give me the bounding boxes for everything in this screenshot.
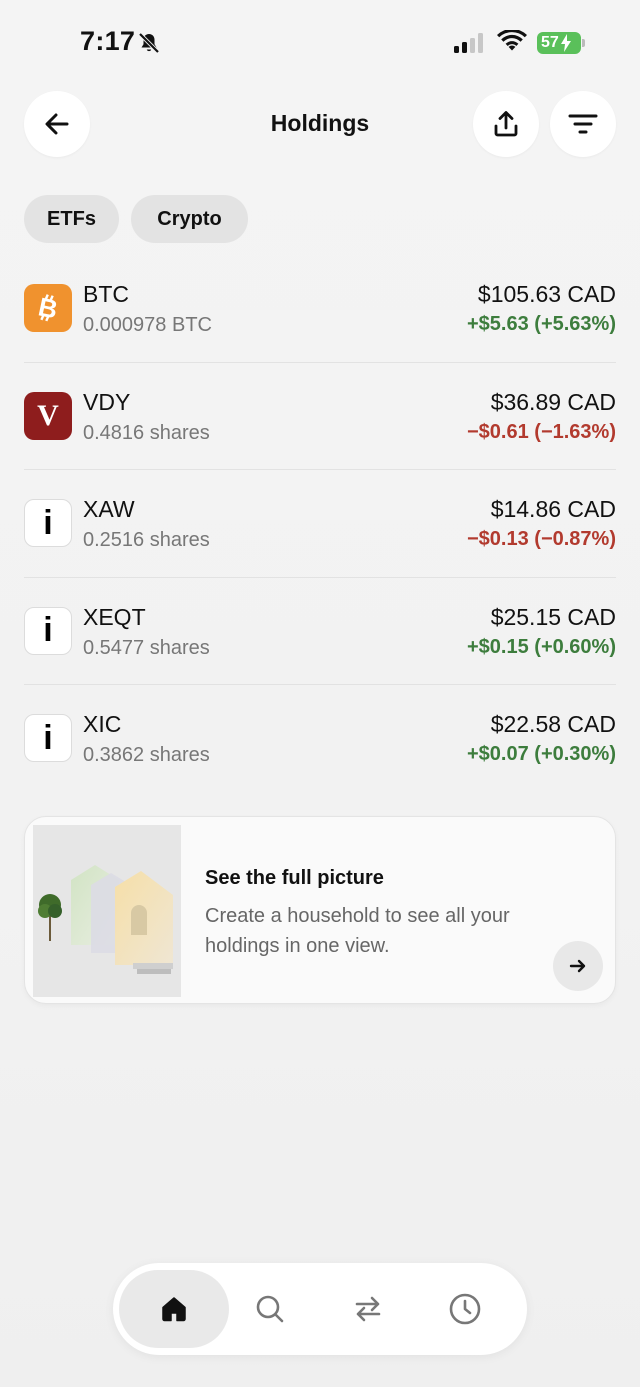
status-bar: 7:17 57 [0,0,640,88]
nav-search[interactable] [215,1270,325,1348]
promo-title: See the full picture [205,867,384,889]
holdings-list: B BTC 0.000978 BTC $105.63 CAD +$5.63 (+… [24,255,616,793]
holding-symbol: XAW [83,496,135,522]
holding-quantity: 0.2516 shares [83,529,210,551]
nav-transfer[interactable] [313,1270,423,1348]
holding-change: +$0.15 (+0.60%) [467,635,616,658]
holding-quantity: 0.3862 shares [83,744,210,766]
holding-row-vdy[interactable]: V VDY 0.4816 shares $36.89 CAD −$0.61 (−… [24,363,616,470]
nav-home[interactable] [119,1270,229,1348]
battery-tip [582,39,585,47]
holding-change: −$0.61 (−1.63%) [467,420,616,443]
holding-change: +$5.63 (+5.63%) [467,313,616,335]
ishares-logo: i [24,606,72,655]
ishares-logo: i [24,714,72,762]
ishares-logo: i [24,499,72,547]
household-promo-card[interactable]: See the full picture Create a household … [24,816,616,1004]
battery-indicator: 57 [537,32,581,54]
holding-value: $14.86 CAD [490,496,616,522]
filter-lines-icon [568,114,598,134]
cellular-signal-icon [454,33,483,53]
transfer-icon [355,1296,381,1322]
search-icon [256,1295,284,1323]
holding-row-btc[interactable]: B BTC 0.000978 BTC $105.63 CAD +$5.63 (+… [24,255,616,363]
bottom-nav [113,1263,527,1355]
activity-clock-icon [449,1293,481,1325]
promo-body: Create a household to see all your holdi… [205,905,510,957]
battery-level: 57 [541,34,559,51]
promo-illustration [33,825,181,997]
promo-arrow-button[interactable] [553,941,603,991]
holding-symbol: VDY [83,388,131,415]
status-time: 7:17 [80,26,136,56]
holding-symbol: BTC [83,281,129,307]
holding-value: $25.15 CAD [490,603,616,630]
holding-change: −$0.13 (−0.87%) [467,528,616,550]
home-icon [162,1297,186,1322]
bell-muted-icon [138,32,160,54]
bitcoin-icon: B [24,284,72,332]
holding-row-xeqt[interactable]: i XEQT 0.5477 shares $25.15 CAD +$0.15 (… [24,578,616,685]
arrow-right-icon [569,959,586,973]
holding-change: +$0.07 (+0.30%) [467,743,616,765]
holding-symbol: XIC [83,711,122,737]
charging-bolt-icon [560,34,571,52]
holding-row-xaw[interactable]: i XAW 0.2516 shares $14.86 CAD −$0.13 (−… [24,470,616,578]
holding-quantity: 0.4816 shares [83,421,210,444]
filter-chip-crypto[interactable]: Crypto [131,195,248,243]
vanguard-logo: V [24,391,72,440]
holding-value: $105.63 CAD [477,281,616,307]
holding-symbol: XEQT [83,603,146,630]
page-title: Holdings [270,110,370,136]
sort-filter-button[interactable] [550,91,616,157]
holding-value: $22.58 CAD [490,711,616,737]
holding-quantity: 0.000978 BTC [83,314,212,336]
share-upload-icon [494,111,518,137]
holding-row-xic[interactable]: i XIC 0.3862 shares $22.58 CAD +$0.07 (+… [24,685,616,793]
export-button[interactable] [473,91,539,157]
nav-activity[interactable] [410,1270,520,1348]
wifi-icon [497,30,527,51]
holding-quantity: 0.5477 shares [83,636,210,659]
filter-chip-etfs[interactable]: ETFs [24,195,119,243]
holding-value: $36.89 CAD [490,388,616,415]
